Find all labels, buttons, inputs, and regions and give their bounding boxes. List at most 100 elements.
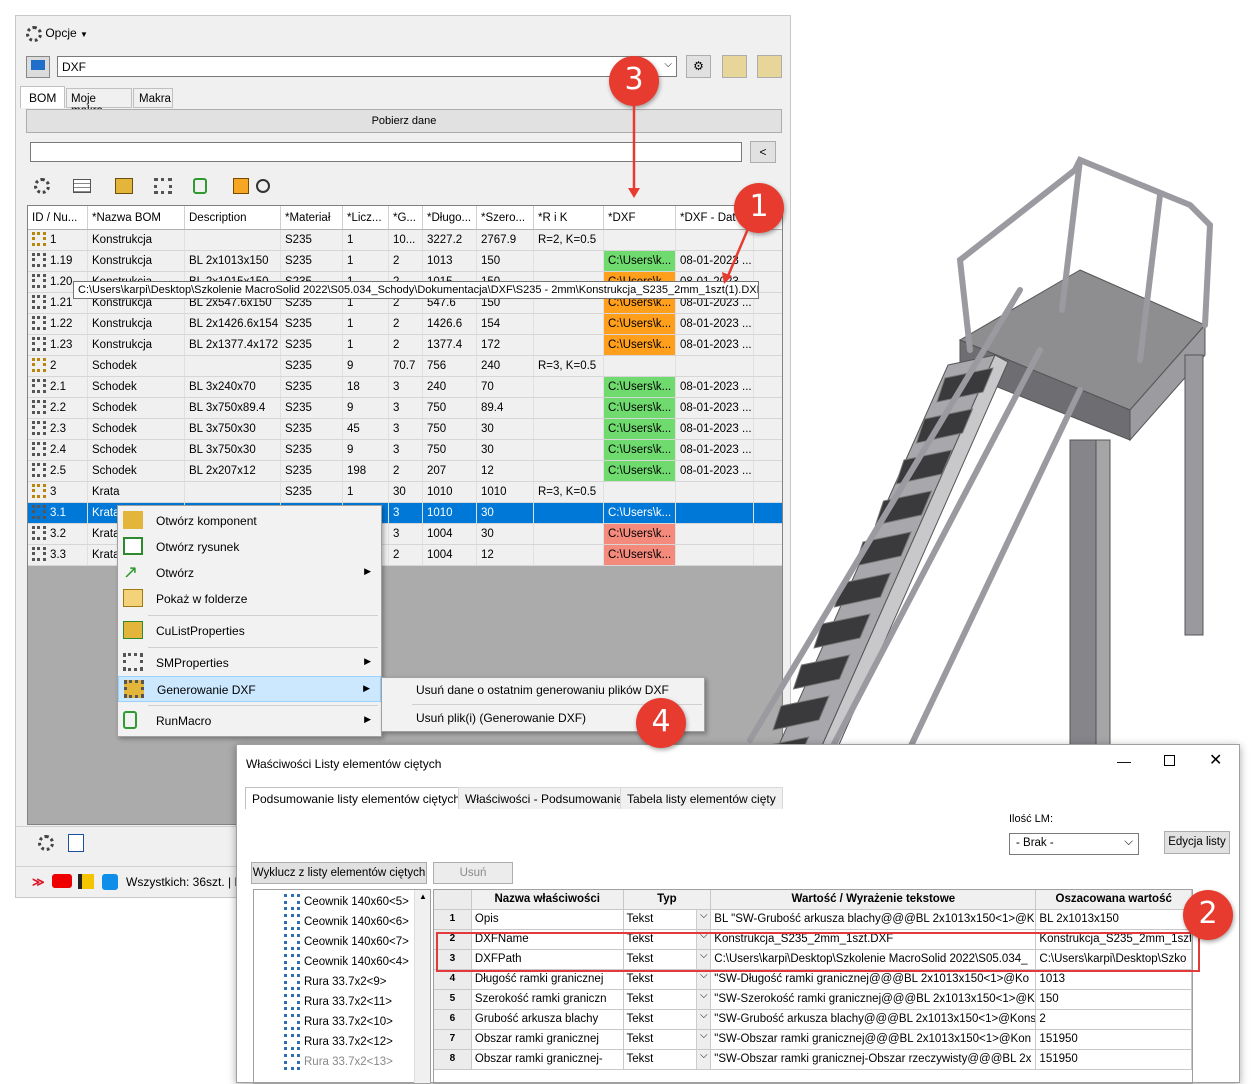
property-cell[interactable]: Obszar ramki granicznej [472,1030,624,1049]
submenu-clear-last-generation[interactable]: Usuń dane o ostatnim generowaniu plików … [416,683,669,697]
property-cell[interactable]: "SW-Grubość arkusza blachy@@@BL 2x1013x1… [711,1010,1037,1029]
gear-icon[interactable] [38,835,54,851]
part-icon[interactable] [154,178,173,194]
chevron-down-icon[interactable]: ⌵ [696,910,711,929]
tab-cut-list-summary[interactable]: Podsumowanie listy elementów ciętych [245,787,468,809]
menu-open-component[interactable]: Otwórz komponent [118,508,381,534]
menu-culistproperties[interactable]: CuListProperties [118,618,381,644]
grid-column-header[interactable]: *Długo... [423,206,477,229]
chevron-down-icon[interactable]: ⌵ [696,1010,711,1029]
property-cell[interactable]: Tekst ⌵ [624,1050,712,1069]
tree-item[interactable]: Rura 33.7x2<9> [284,974,386,994]
copy-button[interactable] [757,55,782,78]
tree-item[interactable]: Rura 33.7x2<12> [284,1034,393,1054]
tab-properties-summary[interactable]: Właściwości - Podsumowanie [458,787,631,809]
fetch-data-button[interactable]: Pobierz dane [26,109,782,133]
tab-cut-list-table[interactable]: Tabela listy elementów cięty [620,787,783,809]
property-cell[interactable]: BL "SW-Grubość arkusza blachy@@@BL 2x101… [711,910,1037,929]
property-cell[interactable]: 2 [1036,1010,1192,1029]
grid-column-header[interactable]: *DXF [604,206,676,229]
grid-column-header[interactable]: Description [185,206,281,229]
grid-column-header[interactable]: *G... [389,206,423,229]
run-icon[interactable] [193,178,208,194]
remove-button[interactable]: Usuń [433,862,513,884]
grid-column-header[interactable]: *Nazwa BOM [88,206,185,229]
chevrons-icon[interactable]: ≫ [32,875,45,889]
edit-list-button[interactable]: Edycja listy [1164,831,1230,854]
tree-item[interactable]: Ceownik 140x60<5> [284,894,409,914]
property-cell[interactable]: Szerokość ramki graniczn [472,990,624,1009]
property-cell[interactable]: Obszar ramki granicznej- [472,1050,624,1069]
table-row[interactable]: 1 Konstrukcja S235 1 10... 3227.2 2767.9 R=2, K… [28,230,782,251]
close-icon[interactable]: ✕ [1209,750,1222,770]
exclude-button[interactable]: Wyklucz z listy elementów ciętych [251,862,427,884]
property-row[interactable]: 6 Grubość arkusza blachy Tekst ⌵ "SW-Grubość… [434,1010,1192,1030]
tab-moje-makra[interactable]: Moje makra [66,88,132,117]
property-cell[interactable]: Tekst ⌵ [624,1030,712,1049]
chevron-down-icon[interactable]: ⌵ [696,1050,711,1069]
export-icon[interactable] [114,178,133,194]
settings-button[interactable]: ⚙ [686,55,711,78]
menu-smproperties[interactable]: SMProperties ▶ [118,650,381,676]
table-row[interactable]: 2.5 Schodek BL 2x207x12 S235 198 2 207 12 C:\Use… [28,461,782,482]
chevron-down-icon[interactable]: ⌵ [696,1030,711,1049]
youtube-icon[interactable] [52,874,72,888]
monitor-icon[interactable] [26,56,50,78]
property-row[interactable]: 7 Obszar ramki granicznej Tekst ⌵ "SW-Obszar… [434,1030,1192,1050]
grid-column-header[interactable]: *Szero... [477,206,534,229]
profile-select[interactable]: DXF ⌵ [57,56,677,77]
lm-count-select[interactable]: - Brak - ⌵ [1009,833,1139,855]
table-row[interactable]: 1.22 Konstrukcja BL 2x1426.6x154 S235 1 2 1426… [28,314,782,335]
property-cell[interactable]: Opis [472,910,624,929]
property-row[interactable]: 5 Szerokość ramki graniczn Tekst ⌵ "SW-Szero… [434,990,1192,1010]
menu-runmacro[interactable]: RunMacro ▶ [118,708,381,734]
grid-column-header[interactable]: ID / Nu... [28,206,88,229]
table-row[interactable]: 2.4 Schodek BL 3x750x30 S235 9 3 750 30 C:\Users… [28,440,782,461]
property-cell[interactable]: Tekst ⌵ [624,970,712,989]
table-row[interactable]: 2.3 Schodek BL 3x750x30 S235 45 3 750 30 C:\User… [28,419,782,440]
tree-scrollbar[interactable]: ▲ [414,890,430,1083]
maximize-icon[interactable] [1164,755,1175,766]
property-cell[interactable]: "SW-Szerokość ramki granicznej@@@BL 2x10… [711,990,1037,1009]
property-cell[interactable]: Tekst ⌵ [624,990,712,1009]
open-folder-icon[interactable] [232,178,249,194]
book-icon[interactable] [78,874,94,889]
export-button[interactable] [722,55,747,78]
property-cell[interactable]: "SW-Długość ramki granicznej@@@BL 2x1013… [711,970,1037,989]
table-row[interactable]: 2.1 Schodek BL 3x240x70 S235 18 3 240 70 C:\User… [28,377,782,398]
menu-open-drawing[interactable]: Otwórz rysunek [118,534,381,560]
property-cell[interactable]: Tekst ⌵ [624,910,712,929]
property-cell[interactable]: 151950 [1036,1030,1192,1049]
table-row[interactable]: 2.2 Schodek BL 3x750x89.4 S235 9 3 750 89.4 C:\U… [28,398,782,419]
property-cell[interactable]: 1013 [1036,970,1192,989]
property-cell[interactable]: Tekst ⌵ [624,1010,712,1029]
chevron-down-icon[interactable]: ⌵ [696,990,711,1009]
table-row[interactable]: 1.19 Konstrukcja BL 2x1013x150 S235 1 2 1013 15… [28,251,782,272]
tree-item[interactable]: Ceownik 140x60<7> [284,934,409,954]
property-row[interactable]: 8 Obszar ramki granicznej- Tekst ⌵ "SW-Obsza… [434,1050,1192,1070]
tree-item[interactable]: Rura 33.7x2<13> [284,1054,393,1074]
property-cell[interactable]: Długość ramki granicznej [472,970,624,989]
table-row[interactable]: 1.23 Konstrukcja BL 2x1377.4x172 S235 1 2 1377… [28,335,782,356]
property-cell[interactable]: BL 2x1013x150 [1036,910,1192,929]
property-cell[interactable]: Grubość arkusza blachy [472,1010,624,1029]
tab-makra[interactable]: Makra [133,88,173,108]
property-cell[interactable]: 151950 [1036,1050,1192,1069]
table-row[interactable]: 2 Schodek S235 9 70.7 756 240 R=3, K=0.5 [28,356,782,377]
tree-item[interactable]: Ceownik 140x60<4> [284,954,409,974]
menu-show-in-folder[interactable]: Pokaż w folderze [118,586,381,612]
chevron-down-icon[interactable]: ⌵ [696,970,711,989]
property-row[interactable]: 1 Opis Tekst ⌵ BL "SW-Grubość arkusza blachy… [434,910,1192,930]
submenu-delete-files[interactable]: Usuń plik(i) (Generowanie DXF) [416,711,586,725]
document-icon[interactable] [68,834,84,852]
tab-bom[interactable]: BOM [20,86,65,108]
grid-column-header[interactable]: *Materiał [281,206,343,229]
property-cell[interactable]: "SW-Obszar ramki granicznej-Obszar rzecz… [711,1050,1037,1069]
tree-item[interactable]: Rura 33.7x2<10> [284,1014,393,1034]
teamviewer-icon[interactable] [102,874,118,890]
table-row[interactable]: 3 Krata S235 1 30 1010 1010 R=3, K=0.5 [28,482,782,503]
menu-generate-dxf[interactable]: Generowanie DXF ▶ [118,676,381,702]
property-cell[interactable]: 150 [1036,990,1192,1009]
zoom-icon[interactable] [256,179,271,193]
options-menu[interactable]: Opcje ▼ [26,26,88,42]
